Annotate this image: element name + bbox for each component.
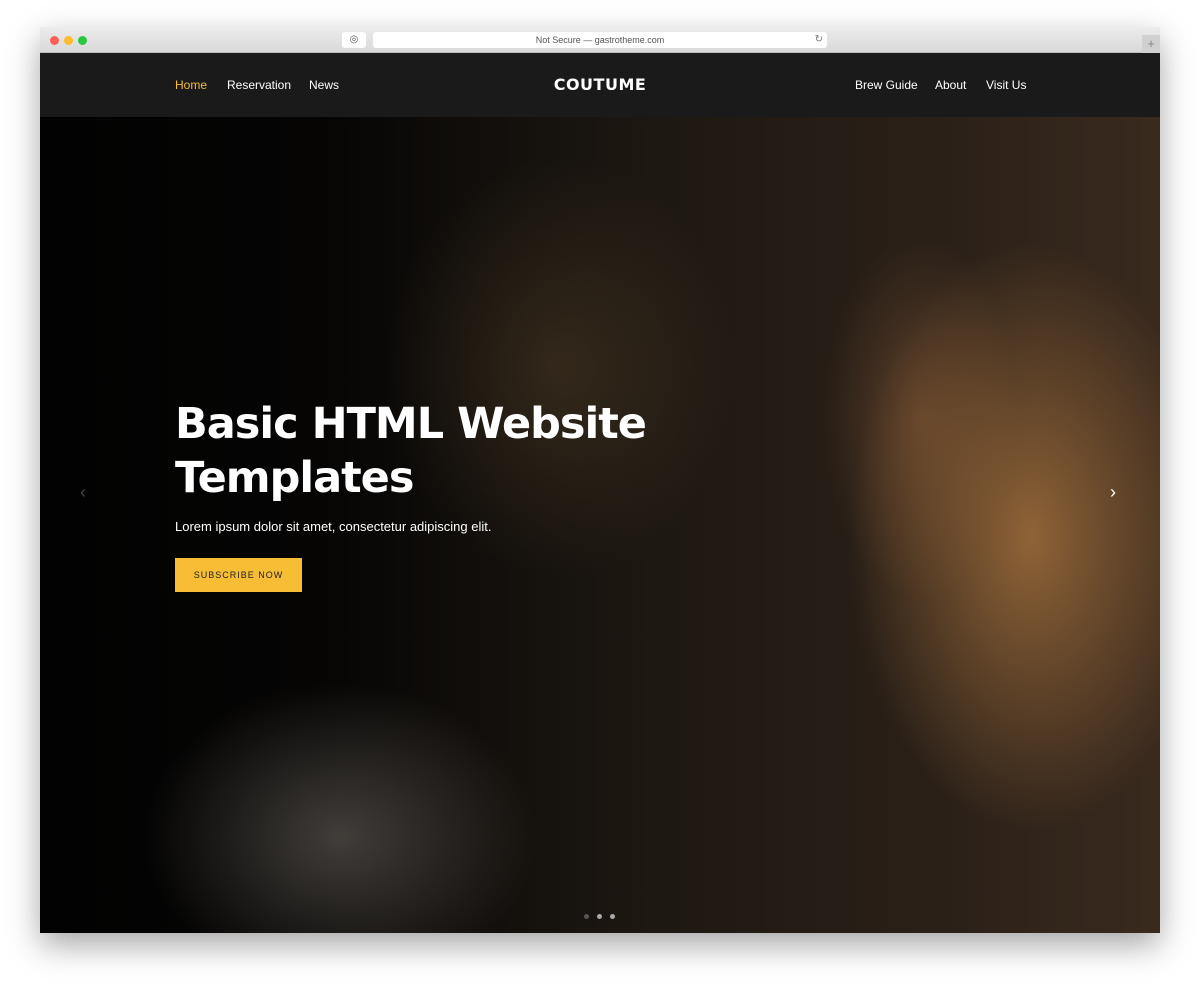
- slide-dot[interactable]: [597, 914, 602, 919]
- url-text: Not Secure — gastrotheme.com: [535, 35, 665, 45]
- chevron-left-icon[interactable]: ‹: [80, 482, 86, 503]
- reload-icon[interactable]: ↻: [815, 32, 823, 48]
- reader-icon[interactable]: ◎: [342, 32, 366, 48]
- nav-brew-guide[interactable]: Brew Guide: [855, 78, 918, 92]
- slider-dots: [584, 914, 615, 919]
- close-button[interactable]: [50, 36, 59, 45]
- slide-dot[interactable]: [584, 914, 589, 919]
- hero-slider: Basic HTML Website Templates Lorem ipsum…: [40, 117, 1160, 933]
- browser-titlebar: ◎ Not Secure — gastrotheme.com ↻ +: [40, 27, 1160, 53]
- maximize-button[interactable]: [78, 36, 87, 45]
- hero-subtitle: Lorem ipsum dolor sit amet, consectetur …: [175, 519, 492, 534]
- subscribe-button[interactable]: SUBSCRIBE NOW: [175, 558, 302, 592]
- address-bar[interactable]: Not Secure — gastrotheme.com ↻: [373, 32, 827, 48]
- hero-title: Basic HTML Website Templates: [175, 399, 647, 503]
- minimize-button[interactable]: [64, 36, 73, 45]
- nav-visit-us[interactable]: Visit Us: [986, 78, 1026, 92]
- new-tab-button[interactable]: +: [1142, 35, 1160, 53]
- chevron-right-icon[interactable]: ›: [1110, 482, 1116, 503]
- browser-window: ◎ Not Secure — gastrotheme.com ↻ + Home R…: [40, 27, 1160, 933]
- site-nav: Home Reservation News COUTUME Brew Guide…: [40, 53, 1160, 117]
- nav-about[interactable]: About: [935, 78, 966, 92]
- slide-dot[interactable]: [610, 914, 615, 919]
